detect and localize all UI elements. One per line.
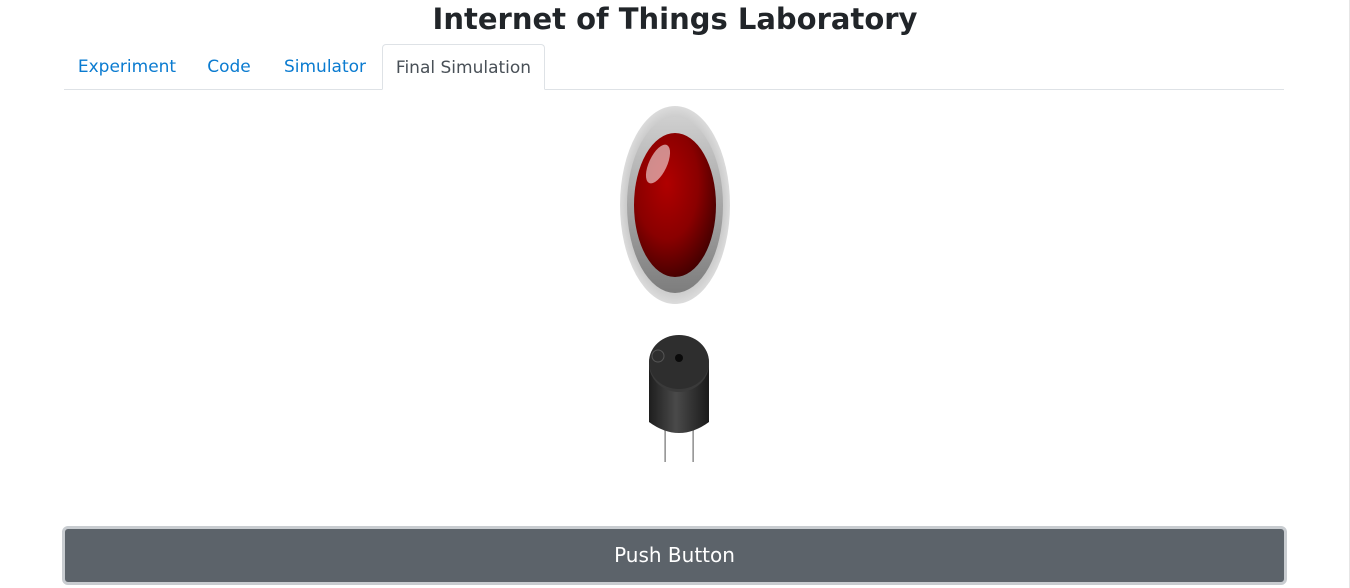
tab-experiment[interactable]: Experiment: [64, 44, 190, 89]
tab-simulator[interactable]: Simulator: [268, 44, 382, 89]
tab-final-simulation[interactable]: Final Simulation: [382, 44, 545, 90]
tab-bar: Experiment Code Simulator Final Simulati…: [64, 44, 1284, 90]
push-button[interactable]: Push Button: [62, 526, 1287, 585]
page: Internet of Things Laboratory Experiment…: [0, 0, 1350, 588]
red-led-icon: [620, 106, 730, 304]
page-title: Internet of Things Laboratory: [432, 2, 918, 36]
buzzer-icon: [649, 335, 709, 462]
tab-code[interactable]: Code: [190, 44, 268, 89]
